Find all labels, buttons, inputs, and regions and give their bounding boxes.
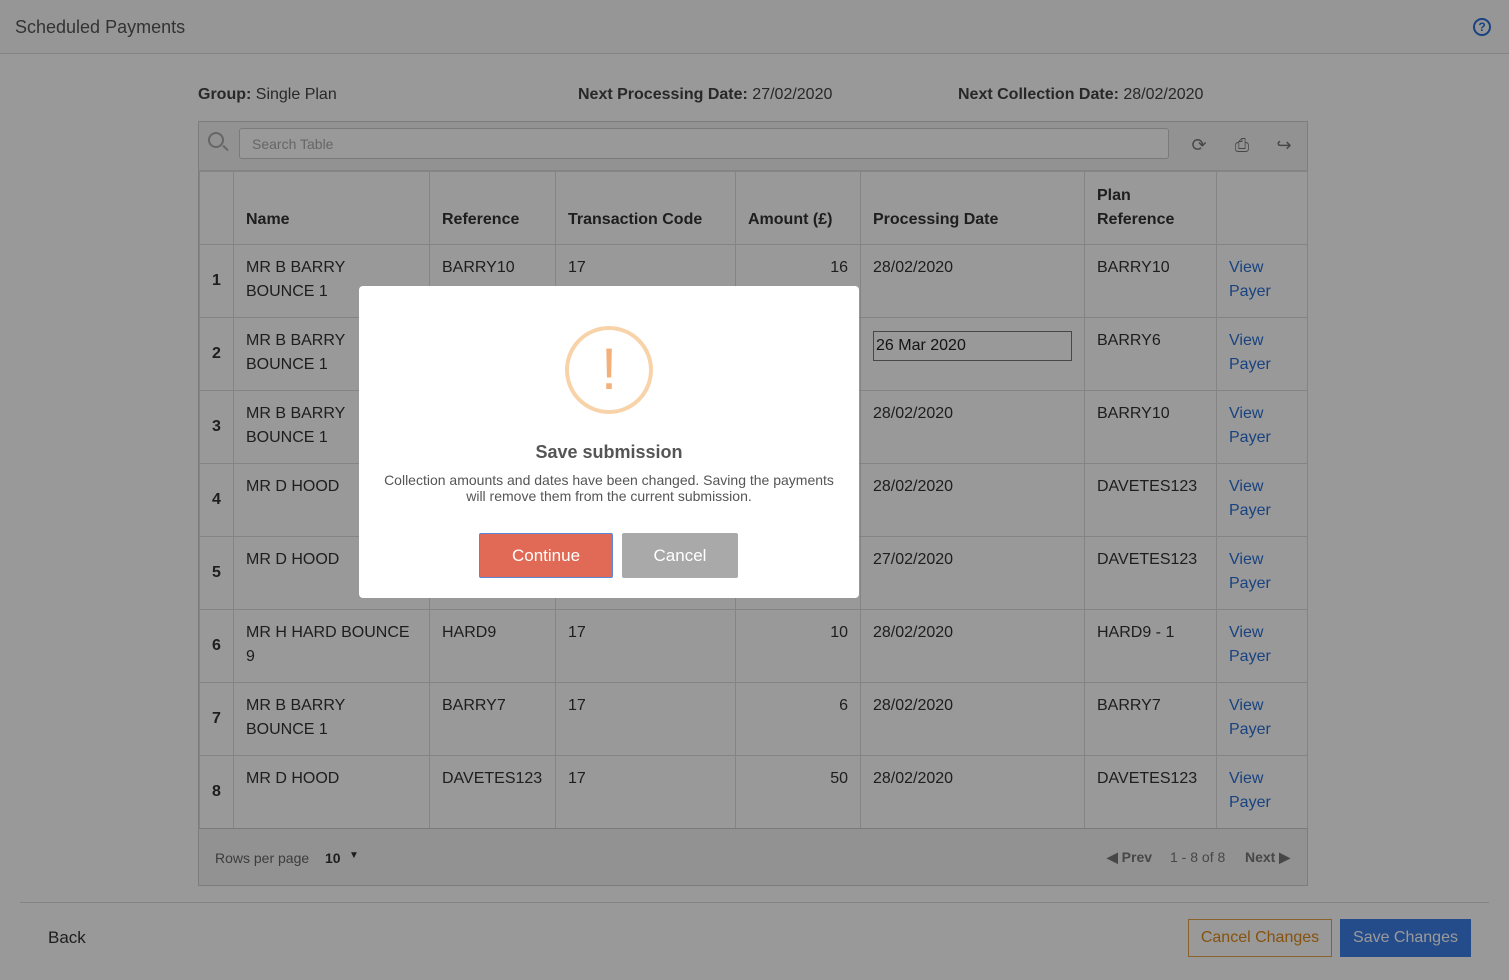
continue-button[interactable]: Continue [479, 533, 613, 578]
dialog-title: Save submission [535, 442, 683, 462]
warning-icon: ! [565, 326, 653, 414]
save-submission-dialog: ! Save submission Collection amounts and… [359, 286, 859, 598]
dialog-message: Collection amounts and dates have been c… [384, 472, 834, 504]
cancel-button[interactable]: Cancel [622, 533, 738, 578]
